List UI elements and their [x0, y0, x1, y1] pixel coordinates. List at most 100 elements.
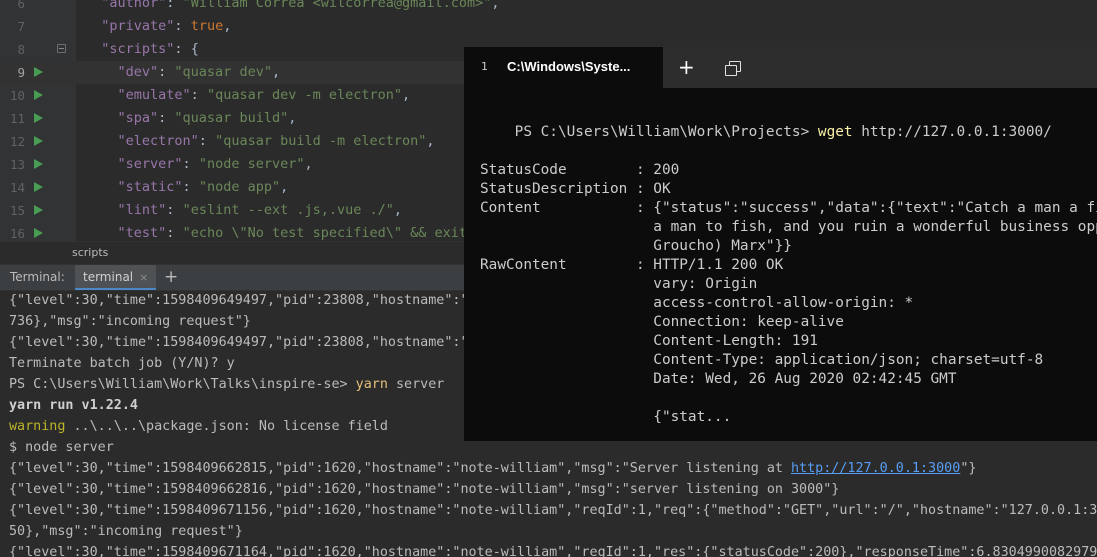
run-script-icon[interactable] — [34, 159, 43, 169]
code-token: : — [182, 156, 199, 172]
log-text: "} — [960, 461, 977, 476]
windows-terminal-tab[interactable]: 1 C:\Windows\Syste... — [464, 47, 663, 88]
code-line: 6 "author": "William Correa <wilcorrea@g… — [0, 0, 1097, 15]
line-number: 12 — [9, 134, 25, 149]
terminal-line: {"level":30,"time":1598409649497,"pid":2… — [9, 335, 469, 350]
run-script-icon[interactable] — [34, 136, 43, 146]
windows-terminal-output-line: Connection: keep-alive — [480, 314, 844, 330]
line-number: 6 — [17, 0, 25, 11]
code-token: , — [402, 87, 411, 103]
terminal-line: yarn run v1.22.4 — [9, 398, 138, 413]
run-script-icon[interactable] — [34, 113, 43, 123]
warning-label: warning — [9, 419, 66, 434]
code-token: "node server" — [198, 156, 305, 172]
code-token: : — [166, 0, 183, 11]
code-text: "server": "node server", — [85, 153, 313, 176]
code-token: "echo \"No test specified\" && exit 0" — [182, 225, 492, 241]
run-script-icon[interactable] — [34, 67, 43, 77]
tab-terminal[interactable]: terminal × — [75, 265, 157, 290]
code-token: "eslint --ext .js,.vue ./" — [182, 202, 394, 218]
terminal-line: {"level":30,"time":1598409662816,"pid":1… — [9, 482, 840, 497]
code-token: , — [271, 64, 281, 80]
add-terminal-tab-button[interactable]: + — [164, 266, 178, 288]
code-token: : — [166, 202, 183, 218]
log-text: {"level":30,"time":1598409662815,"pid":1… — [9, 461, 791, 476]
terminal-line: warning ..\..\..\package.json: No licens… — [9, 416, 388, 437]
profiles-dropdown-icon[interactable] — [725, 61, 741, 77]
code-token: , — [223, 18, 232, 34]
line-number: 9 — [17, 65, 25, 80]
code-text: "electron": "quasar build -m electron", — [85, 130, 435, 153]
code-token: "test" — [117, 225, 167, 241]
windows-terminal-window[interactable]: 1 C:\Windows\Syste... + PS C:\Users\Will… — [464, 47, 1097, 441]
terminal-line: $ node server — [9, 440, 114, 455]
code-text: "lint": "eslint --ext .js,.vue ./", — [85, 199, 403, 222]
windows-terminal-tab-bar: 1 C:\Windows\Syste... + — [464, 47, 1097, 88]
code-token: { — [190, 41, 199, 57]
code-token: "server" — [117, 156, 183, 172]
code-token: "private" — [101, 18, 175, 34]
windows-terminal-output-line: RawContent : HTTP/1.1 200 OK — [480, 257, 784, 273]
code-token: "quasar build" — [174, 110, 289, 126]
line-number: 11 — [9, 111, 25, 126]
code-token: "scripts" — [101, 41, 175, 57]
terminal-line: 736},"msg":"incoming request"} — [9, 314, 251, 329]
tab-terminal-label: terminal — [83, 270, 134, 284]
terminal-line: Terminate batch job (Y/N)? y — [9, 356, 235, 371]
windows-terminal-output-line: Date: Wed, 26 Aug 2020 02:42:45 GMT — [480, 371, 957, 387]
terminal-toolwindow-title: Terminal: — [10, 270, 65, 284]
windows-terminal-tab-title: C:\Windows\Syste... — [507, 59, 631, 74]
windows-terminal-command: wget — [817, 124, 853, 140]
terminal-tab-icon: 1 — [481, 60, 488, 73]
breadcrumb[interactable]: scripts — [72, 246, 108, 259]
terminal-line: {"level":30,"time":1598409671156,"pid":1… — [9, 503, 1097, 518]
code-token: "dev" — [117, 64, 159, 80]
line-number: 10 — [9, 88, 25, 103]
code-text: "scripts": { — [85, 38, 199, 61]
run-script-icon[interactable] — [34, 182, 43, 192]
windows-terminal-output-line: a man to fish, and you ruin a wonderful … — [653, 219, 1097, 235]
active-tab-indicator — [75, 288, 157, 290]
fold-icon[interactable] — [57, 44, 66, 53]
line-number: 15 — [9, 203, 25, 218]
windows-terminal-output-line: StatusCode : 200 — [480, 162, 680, 178]
code-token: : — [198, 133, 216, 149]
code-token: "quasar build -m electron" — [215, 133, 427, 149]
terminal-line: 50},"msg":"incoming request"} — [9, 524, 243, 539]
line-number: 7 — [17, 19, 25, 34]
run-script-icon[interactable] — [34, 205, 43, 215]
new-tab-button[interactable]: + — [678, 55, 695, 79]
code-token: "spa" — [117, 110, 159, 126]
code-token: true — [190, 18, 224, 34]
code-token: "quasar dev -m electron" — [206, 87, 403, 103]
windows-terminal-command-args: http://127.0.0.1:3000/ — [852, 124, 1052, 140]
code-token: "emulate" — [117, 87, 191, 103]
line-number: 16 — [9, 226, 25, 241]
code-text: "emulate": "quasar dev -m electron", — [85, 84, 411, 107]
run-script-icon[interactable] — [34, 90, 43, 100]
code-token: : — [158, 110, 175, 126]
terminal-prompt: PS C:\Users\William\Work\Talks\inspire-s… — [9, 377, 356, 392]
run-script-icon[interactable] — [34, 228, 43, 238]
code-token: : — [174, 41, 191, 57]
terminal-command: yarn — [355, 377, 388, 392]
code-token: , — [426, 133, 435, 149]
code-token: , — [304, 156, 313, 172]
code-token: , — [491, 0, 500, 11]
windows-terminal-output-line: {"stat... — [480, 409, 732, 425]
windows-terminal-output-line: access-control-allow-origin: * — [480, 295, 914, 311]
close-icon[interactable]: × — [139, 271, 148, 284]
windows-terminal-output-line: Groucho) Marx"}} — [480, 238, 792, 254]
code-text: "dev": "quasar dev", — [85, 61, 281, 84]
windows-terminal-output-line: vary: Origin — [480, 276, 758, 292]
code-token: "author" — [101, 0, 167, 11]
server-url-link[interactable]: http://127.0.0.1:3000 — [791, 461, 960, 476]
code-text: "private": true, — [85, 15, 231, 38]
